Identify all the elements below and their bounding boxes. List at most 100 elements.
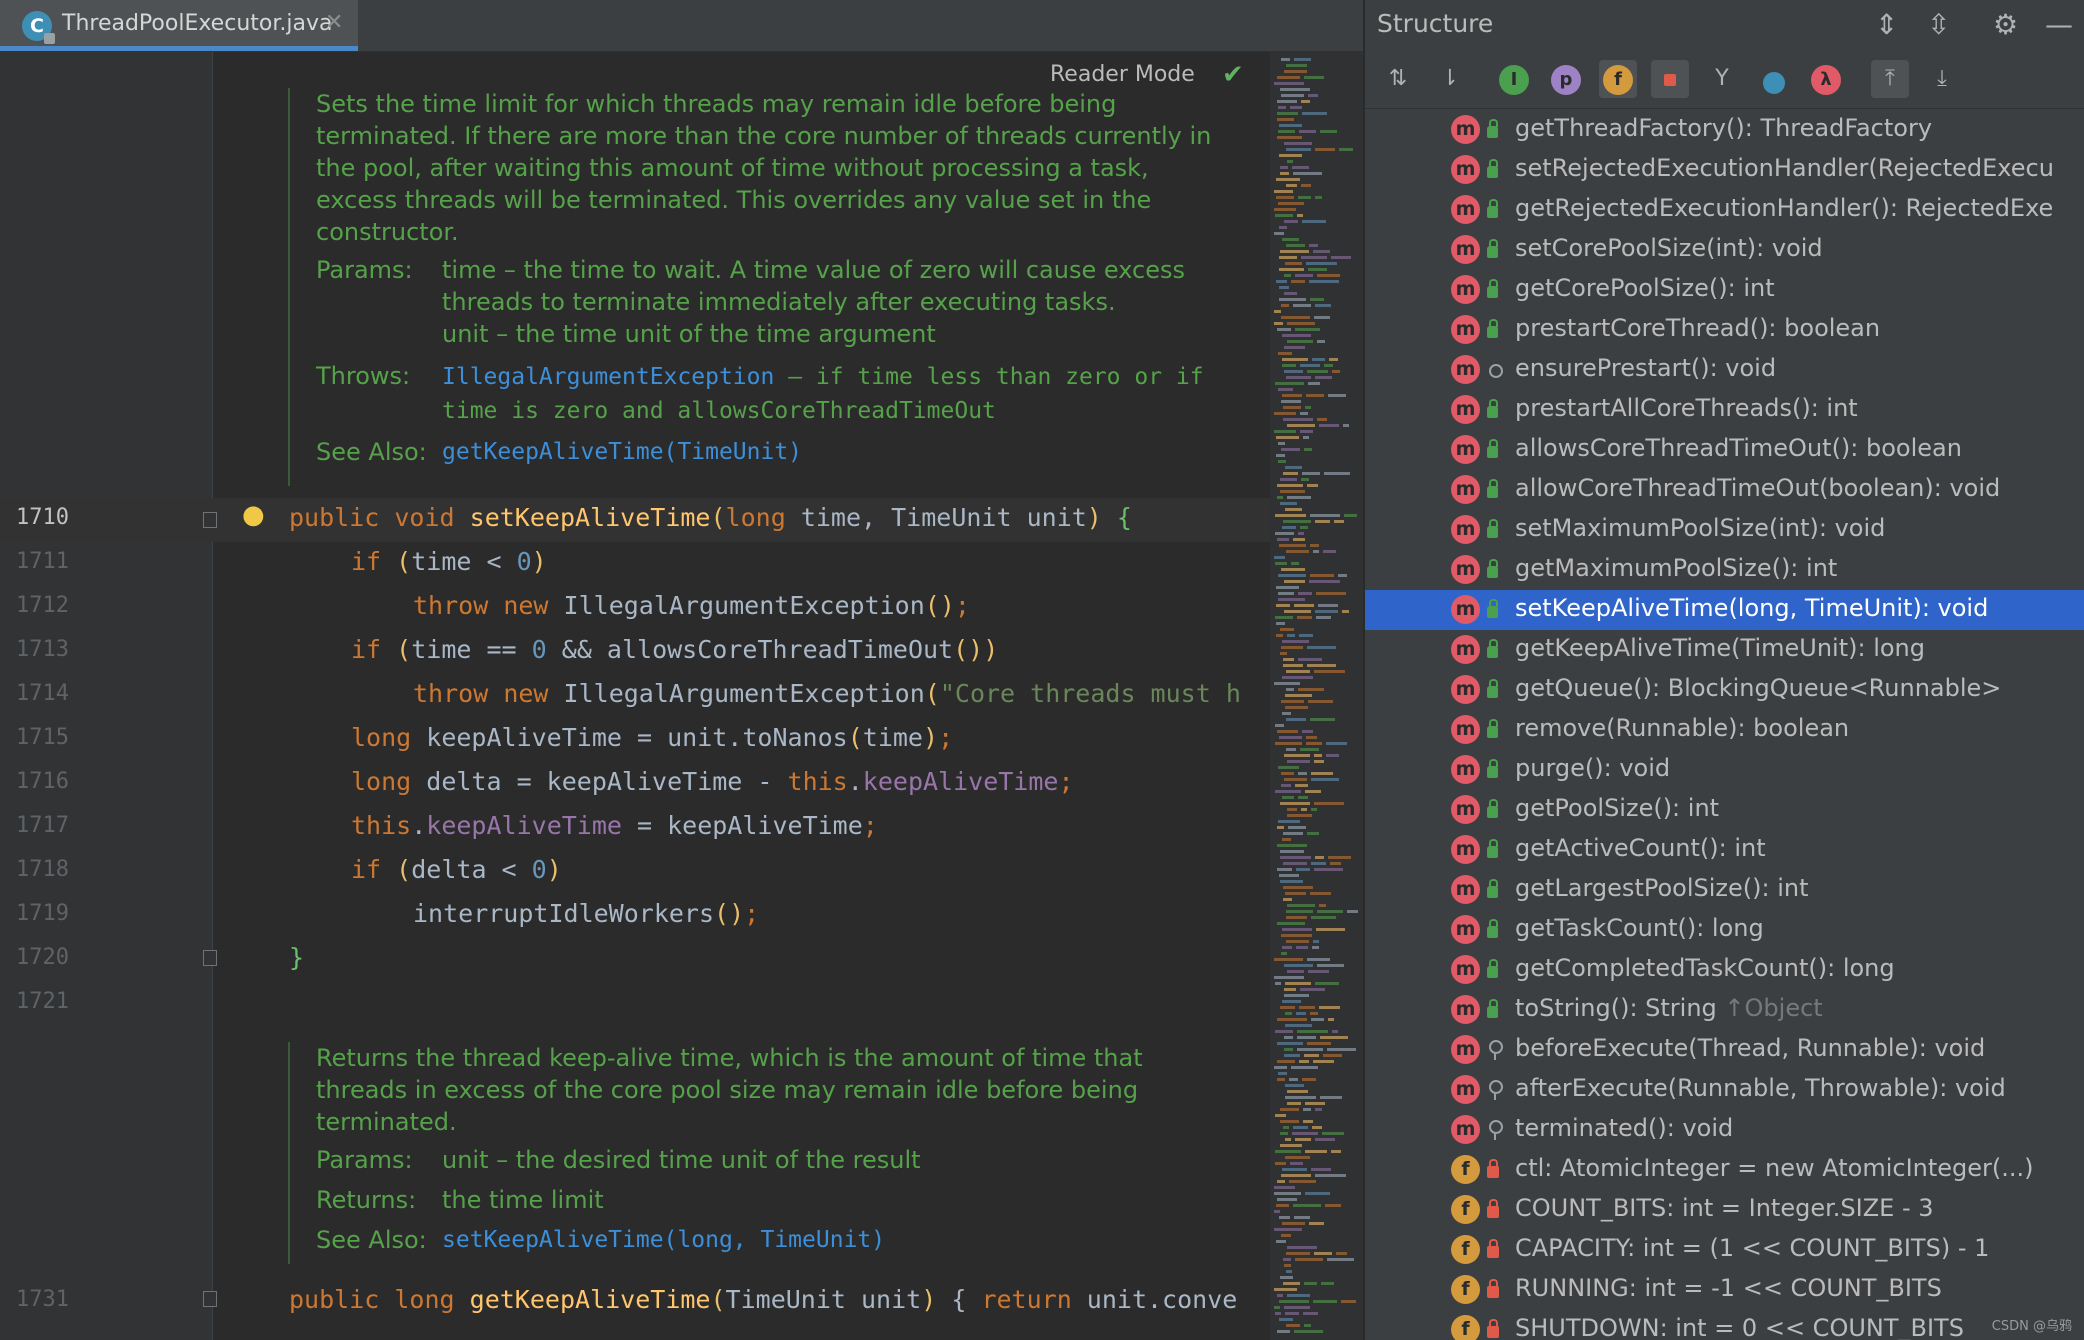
structure-tree[interactable]: m getThreadFactory(): ThreadFactory m setRe… <box>1365 110 2084 1340</box>
structure-method-item[interactable]: m getTaskCount(): long <box>1365 910 2084 950</box>
code-line-1719[interactable]: interruptIdleWorkers(); <box>413 899 759 928</box>
code-line-1713[interactable]: if (time == 0 && allowsCoreThreadTimeOut… <box>351 635 998 664</box>
structure-method-item[interactable]: m terminated(): void <box>1365 1110 2084 1150</box>
minimap-line <box>1311 772 1333 775</box>
structure-method-item[interactable]: m setKeepAliveTime(long, TimeUnit): void <box>1365 590 2084 630</box>
doc-see-also-link[interactable]: setKeepAliveTime(long, TimeUnit) <box>442 1224 1218 1256</box>
doc-throws-link[interactable]: IllegalArgumentException <box>442 364 774 390</box>
show-non-public-icon[interactable] <box>1651 60 1689 98</box>
minimap-line <box>1285 1156 1310 1159</box>
structure-method-item[interactable]: m allowsCoreThreadTimeOut(): boolean <box>1365 430 2084 470</box>
structure-method-item[interactable]: m purge(): void <box>1365 750 2084 790</box>
private-visibility-icon <box>1487 1199 1499 1218</box>
structure-method-item[interactable]: m setCorePoolSize(int): void <box>1365 230 2084 270</box>
structure-method-item[interactable]: m setMaximumPoolSize(int): void <box>1365 510 2084 550</box>
minimap-line <box>1274 190 1293 193</box>
fold-marker[interactable] <box>203 950 217 966</box>
structure-item-label: getLargestPoolSize(): int <box>1515 874 1809 902</box>
minimap-line <box>1298 658 1322 661</box>
structure-method-item[interactable]: m getMaximumPoolSize(): int <box>1365 550 2084 590</box>
structure-item-label: afterExecute(Runnable, Throwable): void <box>1515 1074 2006 1102</box>
code-line-1711[interactable]: if (time < 0) <box>351 547 547 576</box>
structure-method-item[interactable]: m setRejectedExecutionHandler(RejectedExe… <box>1365 150 2084 190</box>
code-line-1714[interactable]: throw new IllegalArgumentException("Core… <box>413 679 1263 708</box>
reader-mode-toggle[interactable]: Reader Mode <box>1050 62 1195 87</box>
structure-method-item[interactable]: m prestartAllCoreThreads(): int <box>1365 390 2084 430</box>
fold-marker[interactable] <box>203 512 217 528</box>
tab-title: ThreadPoolExecutor.java <box>62 11 333 36</box>
structure-method-item[interactable]: m getQueue(): BlockingQueue<Runnable> <box>1365 670 2084 710</box>
structure-method-item[interactable]: m afterExecute(Runnable, Throwable): void <box>1365 1070 2084 1110</box>
structure-method-item[interactable]: m getRejectedExecutionHandler(): Rejected… <box>1365 190 2084 230</box>
minimap-line <box>1320 1036 1348 1039</box>
sort-alphabetically-icon[interactable]: ⇂ <box>1431 60 1469 98</box>
group-methods-icon[interactable]: Y <box>1703 60 1741 98</box>
minimap-line <box>1279 124 1302 127</box>
code-line-1710[interactable]: public void setKeepAliveTime(long time, … <box>289 503 1132 532</box>
autoscroll-from-source-icon[interactable]: ⤓ <box>1923 60 1961 98</box>
minimap-line <box>1318 604 1338 607</box>
structure-field-item[interactable]: f CAPACITY: int = (1 << COUNT_BITS) - 1 <box>1365 1230 2084 1270</box>
minimap-line <box>1282 334 1311 337</box>
minimap-line <box>1305 406 1311 409</box>
structure-method-item[interactable]: m prestartCoreThread(): boolean <box>1365 310 2084 350</box>
minimap-line <box>1347 910 1358 913</box>
minimap-line <box>1304 1282 1317 1285</box>
minimap-line <box>1276 454 1285 457</box>
structure-method-item[interactable]: m getCorePoolSize(): int <box>1365 270 2084 310</box>
show-lambdas-icon[interactable]: λ <box>1807 60 1845 98</box>
autoscroll-to-source-icon[interactable]: ⤒ <box>1871 60 1909 98</box>
code-line-1731[interactable]: public long getKeepAliveTime(TimeUnit un… <box>289 1285 1264 1314</box>
gear-icon[interactable]: ⚙ <box>1993 8 2018 41</box>
structure-method-item[interactable]: m getThreadFactory(): ThreadFactory <box>1365 110 2084 150</box>
doc-see-also-link[interactable]: getKeepAliveTime(TimeUnit) <box>442 436 1218 468</box>
expand-all-icon[interactable]: ⇕ <box>1875 8 1898 41</box>
minimap-line <box>1310 514 1340 517</box>
structure-method-item[interactable]: m remove(Runnable): boolean <box>1365 710 2084 750</box>
sort-by-visibility-icon[interactable]: ⇅ <box>1379 60 1417 98</box>
editor-minimap[interactable] <box>1270 52 1363 1340</box>
show-fields-icon[interactable]: f <box>1599 60 1637 98</box>
structure-method-item[interactable]: m getPoolSize(): int <box>1365 790 2084 830</box>
hide-panel-icon[interactable]: — <box>2045 8 2073 41</box>
minimap-line <box>1276 604 1290 607</box>
minimap-line <box>1296 868 1310 871</box>
minimap-line <box>1314 760 1324 763</box>
structure-field-item[interactable]: f ctl: AtomicInteger = new AtomicInteger(… <box>1365 1150 2084 1190</box>
code-line-1712[interactable]: throw new IllegalArgumentException(); <box>413 591 970 620</box>
inspection-ok-icon[interactable]: ✔ <box>1222 60 1244 90</box>
minimap-line <box>1311 916 1336 919</box>
show-properties-icon[interactable]: p <box>1547 60 1585 98</box>
structure-method-item[interactable]: m getLargestPoolSize(): int <box>1365 870 2084 910</box>
minimap-line <box>1285 1312 1299 1315</box>
structure-method-item[interactable]: m allowCoreThreadTimeOut(boolean): void <box>1365 470 2084 510</box>
close-tab-icon[interactable]: ✕ <box>325 10 343 35</box>
collapse-all-icon[interactable]: ⇳ <box>1927 8 1950 41</box>
editor-tab-threadpoolexecutor[interactable]: C ThreadPoolExecutor.java ✕ <box>0 0 358 51</box>
structure-method-item[interactable]: m toString(): String ↑Object <box>1365 990 2084 1030</box>
code-line-1717[interactable]: this.keepAliveTime = keepAliveTime; <box>351 811 878 840</box>
structure-field-item[interactable]: f RUNNING: int = -1 << COUNT_BITS <box>1365 1270 2084 1310</box>
fold-marker[interactable] <box>203 1291 217 1307</box>
minimap-line <box>1299 634 1313 637</box>
editor-pane[interactable]: C ThreadPoolExecutor.java ✕ 1710 1711 17… <box>0 0 1363 1340</box>
code-line-1715[interactable]: long keepAliveTime = unit.toNanos(time); <box>351 723 953 752</box>
minimap-line <box>1277 1180 1285 1183</box>
structure-method-item[interactable]: m getKeepAliveTime(TimeUnit): long <box>1365 630 2084 670</box>
structure-method-item[interactable]: m getCompletedTaskCount(): long <box>1365 950 2084 990</box>
code-line-1718[interactable]: if (delta < 0) <box>351 855 562 884</box>
minimap-line <box>1281 952 1287 955</box>
minimap-line <box>1310 718 1335 721</box>
code-line-1716[interactable]: long delta = keepAliveTime - this.keepAl… <box>351 767 1074 796</box>
structure-field-item[interactable]: f SHUTDOWN: int = 0 << COUNT_BITS <box>1365 1310 2084 1340</box>
code-line-1720[interactable]: } <box>289 943 304 972</box>
show-inherited-icon[interactable]: I <box>1495 60 1533 98</box>
structure-method-item[interactable]: m getActiveCount(): int <box>1365 830 2084 870</box>
structure-method-item[interactable]: m beforeExecute(Thread, Runnable): void <box>1365 1030 2084 1070</box>
structure-panel[interactable]: Structure ⇕ ⇳ ⚙ — ⇅ ⇂ I p f Y λ ⤒ ⤓ m get… <box>1364 0 2084 1340</box>
intention-bulb-icon[interactable]: ● <box>242 500 265 530</box>
structure-field-item[interactable]: f COUNT_BITS: int = Integer.SIZE - 3 <box>1365 1190 2084 1230</box>
minimap-line <box>1293 172 1322 175</box>
structure-method-item[interactable]: m ensurePrestart(): void <box>1365 350 2084 390</box>
show-anonymous-icon[interactable] <box>1755 60 1793 98</box>
